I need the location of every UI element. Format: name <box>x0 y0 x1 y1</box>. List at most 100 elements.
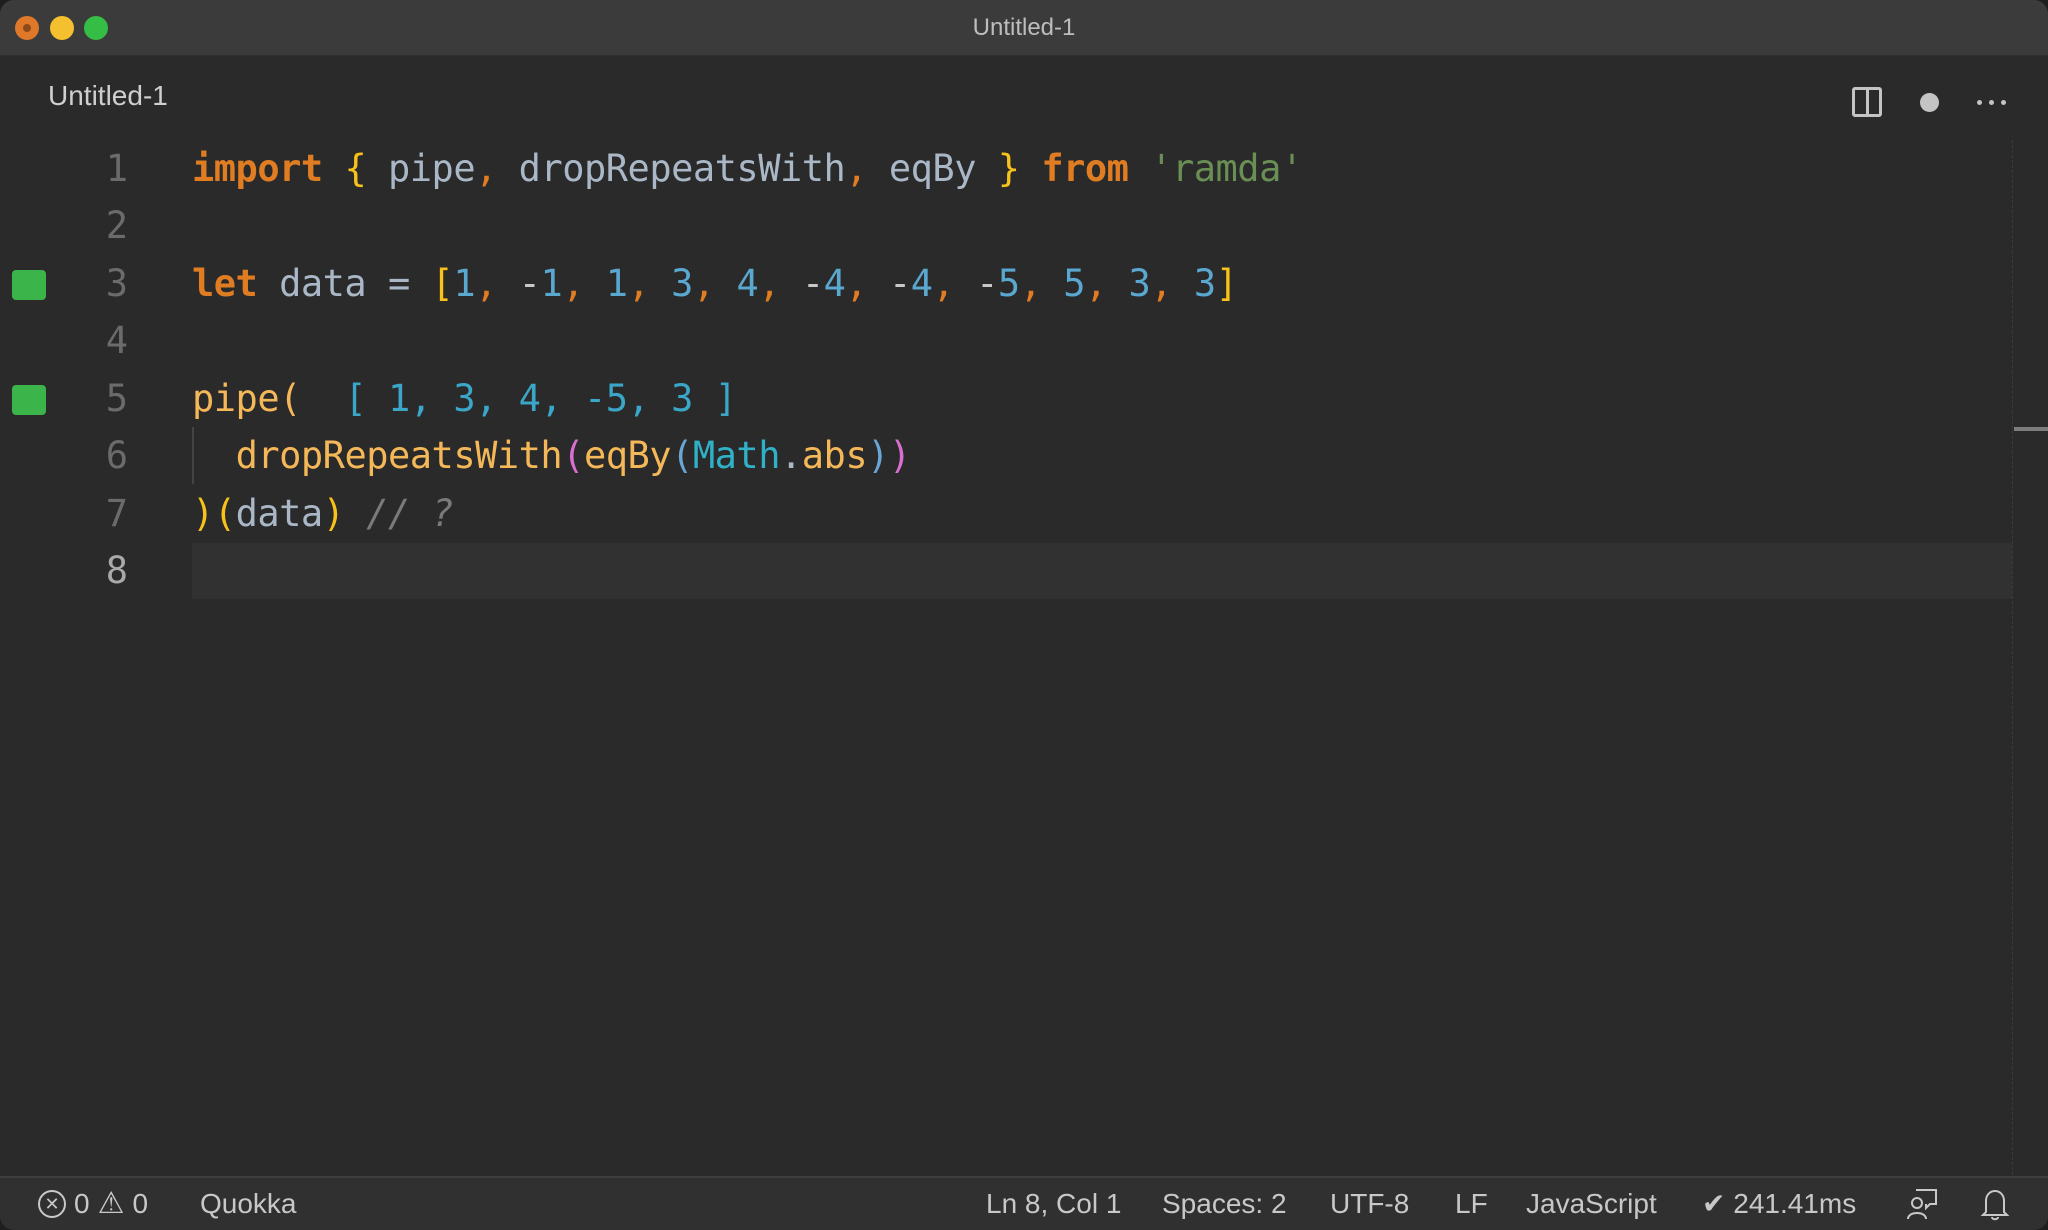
line-number: 5 <box>105 377 128 420</box>
title-bar: Untitled-1 <box>0 0 2048 56</box>
keyword-token: let <box>192 262 258 305</box>
warning-count: 0 <box>132 1188 149 1219</box>
tab-bar: Untitled-1 <box>0 56 2048 140</box>
line-content[interactable]: dropRepeatsWith(eqBy(Math.abs)) <box>192 427 912 484</box>
brace-token: } <box>997 147 1020 190</box>
number-token: 3 <box>1128 262 1151 305</box>
comma-token: , <box>562 262 606 305</box>
paren-token: ) <box>322 492 345 535</box>
identifier-token: eqBy <box>867 147 998 190</box>
function-token: dropRepeatsWith <box>235 434 563 477</box>
minus-token: - <box>518 262 541 305</box>
line-number: 8 <box>105 549 128 592</box>
quokka-status[interactable]: Quokka <box>200 1178 297 1230</box>
number-token: 4 <box>910 262 933 305</box>
code-line[interactable]: 4 <box>0 312 2048 369</box>
paren-token: ) <box>192 492 214 535</box>
encoding-setting[interactable]: UTF-8 <box>1330 1178 1409 1230</box>
identifier-token: dropRepeatsWith <box>496 147 846 190</box>
bracket-token: [ <box>431 262 454 305</box>
language-mode[interactable]: JavaScript <box>1526 1178 1657 1230</box>
bracket-token: ] <box>1215 262 1238 305</box>
code-line[interactable]: 1 import { pipe, dropRepeatsWith, eqBy }… <box>0 140 2048 197</box>
quokka-timing[interactable]: ✔ 241.41ms <box>1702 1178 1856 1230</box>
identifier-token: data = <box>257 262 432 305</box>
comma-token: , <box>758 262 802 305</box>
paren-token: ) <box>867 434 889 477</box>
comma-token: , <box>1150 262 1194 305</box>
string-token: 'ramda' <box>1150 147 1303 190</box>
comma-token: , <box>475 262 519 305</box>
minus-token: - <box>801 262 824 305</box>
code-line[interactable]: 5 pipe( [ 1, 3, 4, -5, 3 ] <box>0 370 2048 427</box>
function-token: pipe( <box>192 377 301 420</box>
indentation-setting[interactable]: Spaces: 2 <box>1162 1178 1287 1230</box>
problems-indicator[interactable]: ✕ 0 ⚠ 0 <box>38 1178 148 1230</box>
line-content[interactable]: import { pipe, dropRepeatsWith, eqBy } f… <box>192 140 1303 197</box>
cursor-position[interactable]: Ln 8, Col 1 <box>986 1178 1121 1230</box>
split-editor-button[interactable] <box>1836 82 1898 122</box>
code-line[interactable]: 2 <box>0 197 2048 254</box>
status-bar: ✕ 0 ⚠ 0 Quokka Ln 8, Col 1 Spaces: 2 UTF… <box>0 1176 2048 1230</box>
dot-token: . <box>779 434 802 477</box>
line-number: 1 <box>105 147 128 190</box>
eol-setting[interactable]: LF <box>1455 1178 1488 1230</box>
comma-token: , <box>1084 262 1129 305</box>
quokka-coverage-marker <box>12 270 46 300</box>
minus-token: - <box>888 262 911 305</box>
keyword-token: import <box>192 147 323 190</box>
comma-token: , <box>627 262 672 305</box>
minus-token: - <box>976 262 998 305</box>
comma-token: , <box>845 262 889 305</box>
line-number: 6 <box>105 434 128 477</box>
number-token: 4 <box>736 262 759 305</box>
code-line[interactable]: 6 dropRepeatsWith(eqBy(Math.abs)) <box>0 427 2048 484</box>
code-line-active[interactable]: 8 <box>0 542 2048 599</box>
quokka-coverage-marker <box>12 385 46 415</box>
identifier-token: pipe <box>366 147 476 190</box>
comma-token: , <box>475 147 497 190</box>
number-token: 3 <box>671 262 693 305</box>
line-number: 4 <box>105 319 128 362</box>
editor-window: Untitled-1 Untitled-1 1 import { pipe, d… <box>0 0 2048 1230</box>
tab-untitled-1[interactable]: Untitled-1 <box>48 80 168 112</box>
keyword-token: from <box>1041 147 1129 190</box>
comment-token: // ? <box>366 492 454 535</box>
line-content[interactable]: pipe( [ 1, 3, 4, -5, 3 ] <box>192 370 737 427</box>
code-editor[interactable]: 1 import { pipe, dropRepeatsWith, eqBy }… <box>0 140 2048 1175</box>
split-editor-icon <box>1852 87 1882 117</box>
line-content[interactable]: let data = [1, -1, 1, 3, 4, -4, -4, -5, … <box>192 255 1238 312</box>
unsaved-dot-icon <box>1919 92 1939 112</box>
number-token: 1 <box>605 262 628 305</box>
warning-icon: ⚠ <box>97 1187 125 1220</box>
feedback-button[interactable] <box>1906 1178 1940 1230</box>
code-line[interactable]: 7 )(data) // ? <box>0 485 2048 542</box>
error-icon: ✕ <box>38 1190 66 1218</box>
comma-token: , <box>932 262 977 305</box>
unsaved-indicator-button[interactable] <box>1898 82 1960 122</box>
line-number: 2 <box>105 204 128 247</box>
notifications-button[interactable] <box>1980 1178 2010 1230</box>
bell-icon <box>1980 1189 2010 1221</box>
code-line[interactable]: 3 let data = [1, -1, 1, 3, 4, -4, -4, -5… <box>0 255 2048 312</box>
number-token: 4 <box>823 262 846 305</box>
brace-token: { <box>344 147 367 190</box>
paren-token: ( <box>562 434 584 477</box>
paren-token: ( <box>213 492 236 535</box>
number-token: 5 <box>997 262 1020 305</box>
number-token: 1 <box>540 262 563 305</box>
ellipsis-icon <box>1976 99 2006 105</box>
vertical-scrollbar[interactable] <box>2012 140 2048 1175</box>
identifier-token: data <box>235 492 324 535</box>
line-number: 7 <box>105 492 128 535</box>
paren-token: ( <box>671 434 693 477</box>
error-count: 0 <box>74 1188 90 1219</box>
scrollbar-cursor-marker <box>2014 427 2048 431</box>
line-content[interactable]: )(data) // ? <box>192 485 454 542</box>
more-actions-button[interactable] <box>1960 82 2022 122</box>
property-token: abs <box>801 434 868 477</box>
